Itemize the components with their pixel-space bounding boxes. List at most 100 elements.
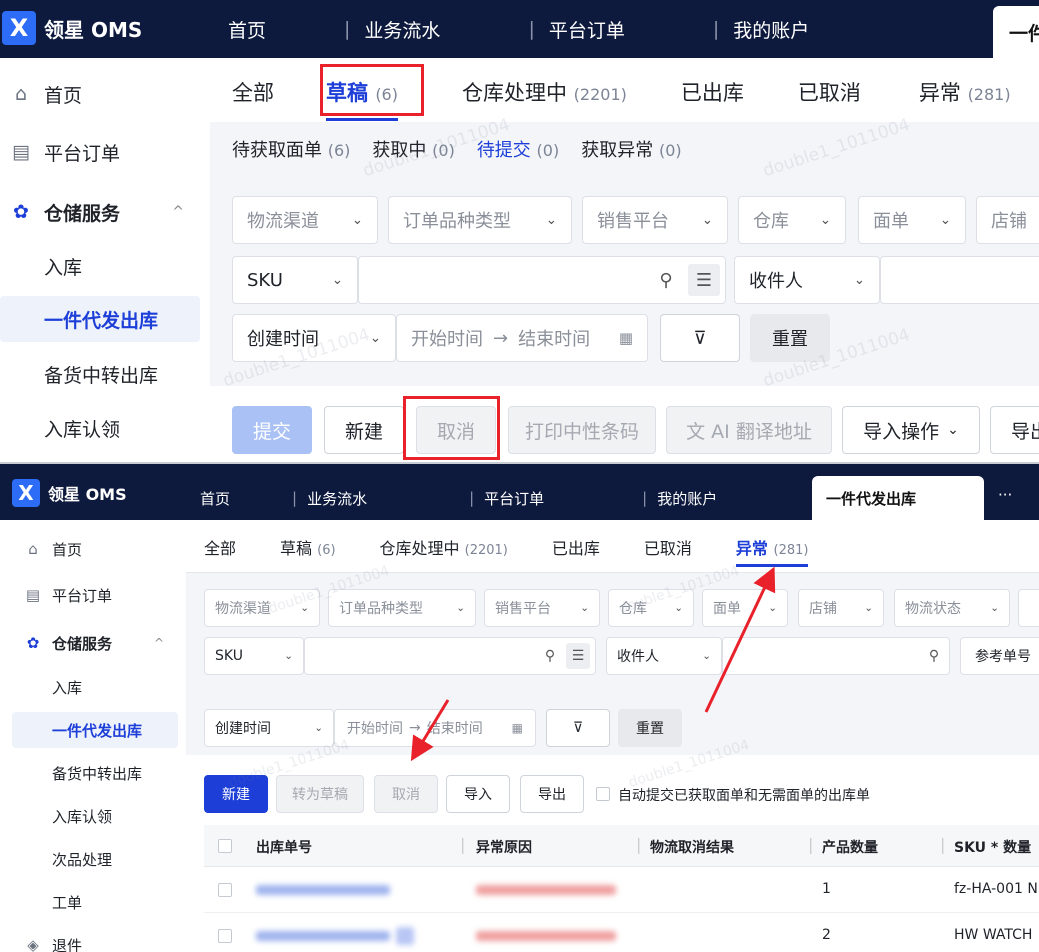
tab-exception[interactable]: 异常 (281) — [919, 77, 1011, 107]
cancel-button[interactable]: 取消 — [374, 775, 438, 813]
col-product-qty[interactable]: 产品数量 — [822, 837, 878, 857]
sidebar-item-home[interactable]: ⌂ 首页 — [0, 534, 82, 564]
logistics-channel-select[interactable]: 物流渠道 ⌄ — [232, 196, 378, 244]
search-icon[interactable]: ⚲ — [650, 264, 682, 296]
receiver-select[interactable]: 收件人 ⌄ — [734, 256, 880, 304]
reset-button[interactable]: 重置 — [618, 709, 682, 747]
extra-select[interactable] — [1018, 589, 1039, 627]
warehouse-select[interactable]: 仓库 ⌄ — [738, 196, 846, 244]
search-icon[interactable]: ⚲ — [538, 643, 562, 669]
sidebar-item-transfer-outbound[interactable]: 备货中转出库 — [0, 354, 158, 394]
tab-all[interactable]: 全部 — [204, 535, 236, 559]
copy-icon[interactable] — [396, 927, 414, 945]
nav-my-account[interactable]: 我的账户 — [733, 16, 809, 43]
sales-platform-select[interactable]: 销售平台 ⌄ — [484, 589, 600, 627]
logistics-channel-select[interactable]: 物流渠道 ⌄ — [204, 589, 320, 627]
sidebar-item-work-order[interactable]: 工单 — [0, 887, 82, 917]
sidebar-item-inbound-claim[interactable]: 入库认领 — [0, 408, 120, 448]
sidebar-item-warehouse-service[interactable]: ✿ 仓储服务 ^ — [0, 192, 200, 232]
receiver-select[interactable]: 收件人 ⌄ — [606, 637, 722, 675]
time-type-select[interactable]: 创建时间 ⌄ — [232, 314, 396, 362]
sales-platform-select[interactable]: 销售平台 ⌄ — [582, 196, 728, 244]
app-logo[interactable]: X 领星 OMS — [12, 478, 127, 508]
sidebar-item-transfer-outbound[interactable]: 备货中转出库 — [0, 758, 142, 788]
order-type-select[interactable]: 订单品种类型 ⌄ — [328, 589, 476, 627]
new-button[interactable]: 新建 — [204, 775, 268, 813]
subtab-awaiting-label[interactable]: 待获取面单 (6) — [232, 136, 350, 162]
date-range-picker[interactable]: 开始时间 → 结束时间 ▦ — [396, 314, 648, 362]
import-operations-button[interactable]: 导入操作 ⌄ — [842, 406, 980, 454]
tab-warehouse-processing[interactable]: 仓库处理中 (2201) — [462, 77, 627, 107]
multi-line-icon[interactable]: ☰ — [566, 643, 590, 669]
export-button[interactable]: 导出 — [990, 406, 1039, 454]
nav-my-account[interactable]: 我的账户 — [657, 488, 717, 509]
tab-cancelled[interactable]: 已取消 — [798, 77, 861, 107]
time-type-select[interactable]: 创建时间 ⌄ — [204, 709, 334, 747]
sidebar-item-inbound-claim[interactable]: 入库认领 — [0, 801, 112, 831]
subtab-awaiting-submit[interactable]: 待提交 (0) — [477, 136, 559, 162]
warehouse-select[interactable]: 仓库 ⌄ — [608, 589, 694, 627]
active-page-tab[interactable]: 一件 — [993, 6, 1039, 58]
sidebar-item-defective[interactable]: 次品处理 — [0, 844, 112, 874]
nav-home[interactable]: 首页 — [200, 488, 230, 509]
col-exception-reason[interactable]: 异常原因 — [476, 837, 532, 857]
sidebar-item-platform-orders[interactable]: ▤ 平台订单 — [0, 132, 120, 172]
subtab-fetch-error[interactable]: 获取异常 (0) — [581, 136, 681, 162]
col-outbound-no[interactable]: 出库单号 — [256, 837, 312, 857]
table-row[interactable]: 1 fz-HA-001 N — [204, 867, 1039, 913]
tab-all[interactable]: 全部 — [232, 77, 274, 107]
to-draft-button[interactable]: 转为草稿 — [276, 775, 364, 813]
label-select[interactable]: 面单 ⌄ — [858, 196, 966, 244]
nav-home[interactable]: 首页 — [228, 16, 266, 43]
submit-button[interactable]: 提交 — [232, 406, 312, 454]
tab-shipped[interactable]: 已出库 — [552, 535, 600, 559]
col-logistics-cancel-result[interactable]: 物流取消结果 — [650, 837, 734, 857]
auto-submit-checkbox[interactable] — [596, 787, 610, 801]
ai-translate-address-button[interactable]: 文 AI 翻译地址 — [666, 406, 832, 454]
receiver-input[interactable] — [722, 637, 950, 675]
tab-cancelled[interactable]: 已取消 — [644, 535, 692, 559]
sku-type-select[interactable]: SKU ⌄ — [232, 256, 358, 304]
sidebar-item-dropship-outbound[interactable]: 一件代发出库 — [0, 296, 200, 342]
store-select[interactable]: 店铺 ⌄ — [798, 589, 884, 627]
table-row[interactable]: 2 HW WATCH — [204, 913, 1039, 952]
date-range-picker[interactable]: 开始时间 → 结束时间 ▦ — [334, 709, 536, 747]
logistics-status-select[interactable]: 物流状态 ⌄ — [894, 589, 1010, 627]
tab-shipped[interactable]: 已出库 — [681, 77, 744, 107]
sidebar-item-inbound[interactable]: 入库 — [0, 246, 82, 286]
sku-type-select[interactable]: SKU ⌄ — [204, 637, 304, 675]
print-neutral-barcode-button[interactable]: 打印中性条码 — [508, 406, 656, 454]
nav-platform-orders[interactable]: 平台订单 — [549, 16, 625, 43]
receiver-input[interactable] — [880, 256, 1039, 304]
sidebar-item-platform-orders[interactable]: ▤ 平台订单 — [0, 580, 112, 610]
order-type-select[interactable]: 订单品种类型 ⌄ — [388, 196, 572, 244]
subtab-fetching[interactable]: 获取中 (0) — [372, 136, 454, 162]
tab-warehouse-processing[interactable]: 仓库处理中 (2201) — [380, 535, 508, 559]
export-button[interactable]: 导出 — [520, 775, 584, 813]
sidebar-item-returns[interactable]: ◈ 退件 — [0, 930, 82, 952]
new-button[interactable]: 新建 — [324, 406, 404, 454]
reference-number-select[interactable]: 参考单号 — [960, 637, 1039, 675]
more-icon[interactable]: ··· — [998, 486, 1012, 504]
filter-settings-icon[interactable]: ⊽ — [660, 314, 740, 362]
tab-draft[interactable]: 草稿 (6) — [280, 535, 336, 559]
label-select[interactable]: 面单 ⌄ — [702, 589, 788, 627]
nav-business-flow[interactable]: 业务流水 — [307, 488, 367, 509]
nav-platform-orders[interactable]: 平台订单 — [484, 488, 544, 509]
import-button[interactable]: 导入 — [446, 775, 510, 813]
sidebar-item-inbound[interactable]: 入库 — [0, 672, 82, 702]
select-all-checkbox[interactable] — [218, 839, 232, 853]
active-page-tab[interactable]: 一件代发出库 — [812, 476, 984, 520]
sidebar-item-dropship-outbound[interactable]: 一件代发出库 — [12, 712, 178, 748]
reset-button[interactable]: 重置 — [750, 314, 830, 362]
sidebar-item-warehouse-service[interactable]: ✿ 仓储服务 ^ — [0, 628, 180, 658]
store-select[interactable]: 店铺 — [976, 196, 1039, 244]
col-sku-qty[interactable]: SKU * 数量 — [954, 837, 1031, 857]
filter-settings-icon[interactable]: ⊽ — [546, 709, 610, 747]
tab-exception[interactable]: 异常 (281) — [735, 535, 809, 567]
sidebar-item-home[interactable]: ⌂ 首页 — [0, 74, 82, 114]
row-checkbox[interactable] — [218, 883, 232, 897]
search-icon[interactable]: ⚲ — [922, 643, 946, 669]
row-checkbox[interactable] — [218, 929, 232, 943]
nav-business-flow[interactable]: 业务流水 — [364, 16, 440, 43]
